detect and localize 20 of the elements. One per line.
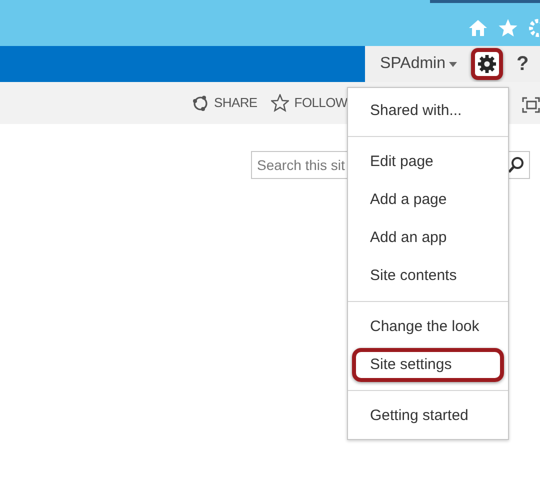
- menu-item[interactable]: Add a page: [352, 183, 504, 217]
- star-icon: [271, 94, 290, 112]
- focus-icon[interactable]: [522, 97, 540, 113]
- settings-button[interactable]: [470, 48, 503, 80]
- caret-icon: [448, 62, 457, 66]
- star-icon[interactable]: [498, 18, 518, 38]
- user-menu[interactable]: SPAdmin: [380, 52, 457, 76]
- menu-item[interactable]: Change the look: [352, 310, 504, 344]
- menu-item[interactable]: Add an app: [352, 221, 504, 255]
- search-icon[interactable]: [507, 156, 525, 174]
- menu-item[interactable]: Shared with...: [352, 94, 504, 128]
- menu-item[interactable]: Site contents: [352, 259, 504, 293]
- share-link[interactable]: SHARE: [214, 93, 258, 113]
- share-icon: [192, 94, 209, 112]
- help-button[interactable]: ?: [516, 49, 529, 79]
- settings-icon: [476, 54, 497, 74]
- follow-link[interactable]: FOLLOW: [294, 93, 348, 113]
- menu-item[interactable]: Edit page: [352, 145, 504, 179]
- menu-item[interactable]: Getting started: [352, 399, 504, 433]
- menu-item[interactable]: Site settings: [352, 348, 504, 382]
